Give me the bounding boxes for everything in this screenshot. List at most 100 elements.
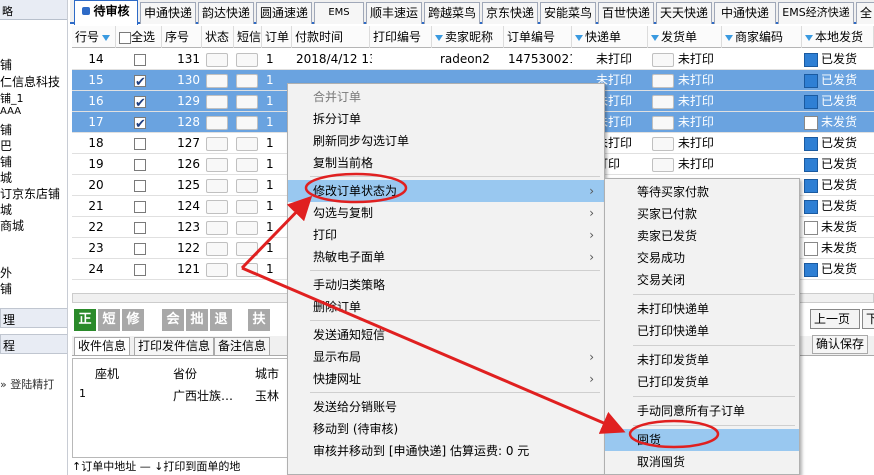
col-sms[interactable]: 短信 <box>234 26 262 48</box>
shop-item[interactable]: 铺 <box>0 153 12 170</box>
tab-pending[interactable]: 待审核 <box>74 0 138 25</box>
context-menu-item[interactable]: 发送通知短信 <box>288 324 604 346</box>
row-checkbox[interactable] <box>134 158 146 171</box>
shop-item[interactable]: 城 <box>0 169 12 186</box>
row-local-cell[interactable]: 已发货 <box>804 154 874 175</box>
row-checkbox[interactable] <box>134 93 146 112</box>
filter-icon[interactable] <box>651 34 659 41</box>
shop-item[interactable]: 外 <box>0 264 12 281</box>
row-checkbox-cell[interactable] <box>134 49 154 70</box>
col-selectall[interactable]: 全选 <box>116 26 162 48</box>
shop-item[interactable]: 巴 <box>0 137 12 154</box>
col-merchant-code[interactable]: 商家编码 <box>722 26 802 48</box>
next-page-button[interactable]: 下 <box>862 309 874 329</box>
tab-express[interactable]: 中通快递 <box>714 2 776 24</box>
context-menu-item[interactable]: 快捷网址 › <box>288 368 604 390</box>
filter-icon[interactable] <box>725 34 733 41</box>
context-menu-item[interactable]: 热敏电子面单 › <box>288 246 604 268</box>
shop-item[interactable]: 仁信息科技 <box>0 73 60 90</box>
col-seq[interactable]: 序号 <box>162 26 202 48</box>
row-local-cell[interactable]: 已发货 <box>804 196 874 217</box>
context-menu-item[interactable]: 勾选与复制 › <box>288 202 604 224</box>
row-checkbox-cell[interactable] <box>134 196 154 217</box>
row-checkbox[interactable] <box>134 114 146 133</box>
context-menu-item[interactable]: 刷新同步勾选订单 <box>288 130 604 152</box>
col-pay-time[interactable]: 付款时间 <box>292 26 370 48</box>
col-express[interactable]: 快递单 <box>572 26 648 48</box>
tab-express[interactable]: 天天快递 <box>656 2 712 24</box>
tab-express[interactable]: 跨越菜鸟 <box>424 2 480 24</box>
filter-icon[interactable] <box>575 34 583 41</box>
shop-item[interactable]: 铺 <box>0 56 12 73</box>
context-menu-item[interactable]: 手动归类策略 <box>288 274 604 296</box>
col-local-ship[interactable]: 本地发货 <box>802 26 874 48</box>
row-local-cell[interactable]: 已发货 <box>804 91 874 112</box>
row-checkbox-cell[interactable] <box>134 112 154 133</box>
context-menu-item[interactable]: 移动到 (待审核) <box>288 418 604 440</box>
context-menu-item[interactable]: 合并订单 <box>288 86 604 108</box>
submenu-item[interactable]: 未打印发货单 <box>605 349 799 371</box>
submenu-item[interactable]: 已打印发货单 <box>605 371 799 393</box>
submenu-item[interactable]: 买家已付款 <box>605 203 799 225</box>
col-line[interactable]: 行号 <box>72 26 116 48</box>
row-checkbox[interactable] <box>134 200 146 213</box>
row-local-cell[interactable]: 未发货 <box>804 238 874 259</box>
row-checkbox[interactable] <box>134 72 146 91</box>
context-menu-item[interactable]: 审核并移动到 [申通快递] 估算运费: 0 元 <box>288 440 604 462</box>
toolbar-button[interactable]: 扶 <box>248 309 270 331</box>
tab-express[interactable]: 韵达快递 <box>198 2 254 24</box>
confirm-save-button[interactable]: 确认保存 <box>812 335 869 354</box>
submenu-item[interactable]: 已打印快递单 <box>605 320 799 342</box>
row-local-cell[interactable]: 已发货 <box>804 49 874 70</box>
tab-sender-info[interactable]: 打印发件信息 <box>134 337 215 356</box>
row-local-cell[interactable]: 已发货 <box>804 259 874 280</box>
province-cell[interactable]: 广西壮族… <box>173 387 233 404</box>
context-menu-item[interactable]: 复制当前格 <box>288 152 604 174</box>
filter-icon[interactable] <box>805 34 813 41</box>
row-checkbox-cell[interactable] <box>134 133 154 154</box>
tab-express[interactable]: 申通快递 <box>140 2 196 24</box>
toolbar-button[interactable]: 会 <box>162 309 184 331</box>
left-box-process[interactable]: 程 <box>0 334 67 354</box>
row-local-cell[interactable]: 未发货 <box>804 112 874 133</box>
row-checkbox-cell[interactable] <box>134 217 154 238</box>
toolbar-button[interactable]: 正 <box>74 309 96 331</box>
submenu-item[interactable]: 手动同意所有子订单 <box>605 400 799 422</box>
submenu-item[interactable]: 未打印快递单 <box>605 298 799 320</box>
toolbar-button[interactable]: 修 <box>122 309 144 331</box>
tab-express[interactable]: 百世快递 <box>598 2 654 24</box>
context-menu-item[interactable]: 拆分订单 <box>288 108 604 130</box>
submenu-item[interactable]: 交易成功 <box>605 247 799 269</box>
col-print-no[interactable]: 打印编号 <box>370 26 432 48</box>
left-box-manage[interactable]: 理 <box>0 308 67 328</box>
col-status[interactable]: 状态 <box>202 26 234 48</box>
col-ship[interactable]: 发货单 <box>648 26 722 48</box>
select-all-checkbox[interactable] <box>119 31 131 44</box>
toolbar-button[interactable]: 拙 <box>186 309 208 331</box>
shop-item[interactable]: 铺 <box>0 280 12 297</box>
tab-express[interactable]: EMS <box>314 2 364 24</box>
submenu-item[interactable]: 交易关闭 <box>605 269 799 291</box>
tab-recipient-info[interactable]: 收件信息 <box>74 337 131 356</box>
row-local-cell[interactable]: 已发货 <box>804 133 874 154</box>
tab-remark-info[interactable]: 备注信息 <box>214 337 271 356</box>
prev-page-button[interactable]: 上一页 <box>810 309 860 329</box>
context-menu-item[interactable]: 修改订单状态为 › <box>288 180 604 202</box>
row-checkbox-cell[interactable] <box>134 70 154 91</box>
row-checkbox[interactable] <box>134 242 146 255</box>
col-order[interactable]: 订单 <box>262 26 292 48</box>
toolbar-button[interactable]: 退 <box>210 309 232 331</box>
row-checkbox[interactable] <box>134 137 146 150</box>
row-local-cell[interactable]: 未发货 <box>804 217 874 238</box>
shop-item[interactable]: 城 <box>0 201 12 218</box>
row-checkbox-cell[interactable] <box>134 238 154 259</box>
row-checkbox[interactable] <box>134 179 146 192</box>
context-menu-item[interactable]: 删除订单 <box>288 296 604 318</box>
context-menu-item[interactable]: 打印 › <box>288 224 604 246</box>
context-menu-item[interactable]: 显示布局 › <box>288 346 604 368</box>
col-seller[interactable]: 卖家昵称 <box>432 26 504 48</box>
tab-express[interactable]: 安能菜鸟 <box>540 2 596 24</box>
tab-express[interactable]: EMS经济快递 <box>778 2 854 24</box>
toolbar-button[interactable]: 短 <box>98 309 120 331</box>
shop-item[interactable]: 订京东店铺 <box>0 185 60 202</box>
